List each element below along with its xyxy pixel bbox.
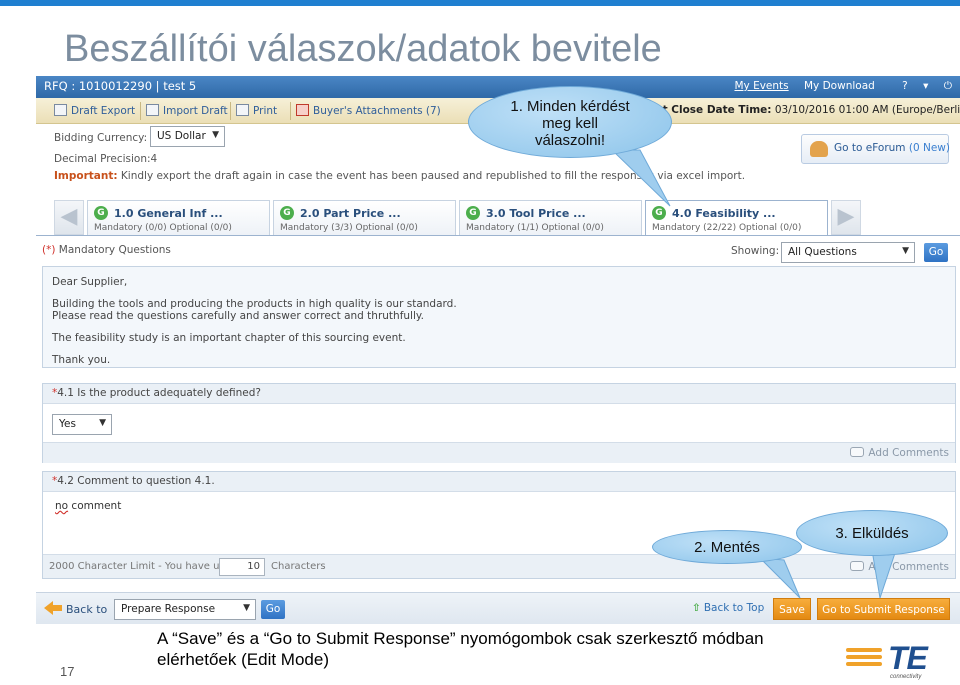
callout-1-tail [610, 149, 671, 207]
callout-text: 1. Minden kérdést [510, 98, 630, 115]
logo-bars [846, 648, 882, 669]
te-connectivity-logo: TE connectivity [846, 640, 942, 682]
callout-text: 3. Elküldés [835, 525, 909, 542]
logo-text: TE [888, 640, 928, 676]
callout-text: meg kell [542, 115, 598, 132]
callout-3-tail [871, 549, 897, 599]
callout-answer-all: 1. Minden kérdést meg kell válaszolni! [468, 86, 672, 158]
slide-caption: A “Save” és a “Go to Submit Response” ny… [157, 628, 857, 670]
callout-text: 2. Mentés [694, 539, 760, 556]
callout-save: 2. Mentés [652, 530, 802, 564]
logo-tagline: connectivity [890, 674, 922, 680]
caption-line: elérhetőek (Edit Mode) [157, 650, 329, 669]
callout-text: válaszolni! [534, 132, 606, 149]
callout-submit: 3. Elküldés [796, 510, 948, 556]
caption-line: A “Save” és a “Go to Submit Response” ny… [157, 629, 764, 648]
callout-2-tail [758, 557, 801, 599]
slide-number: 17 [60, 664, 75, 679]
